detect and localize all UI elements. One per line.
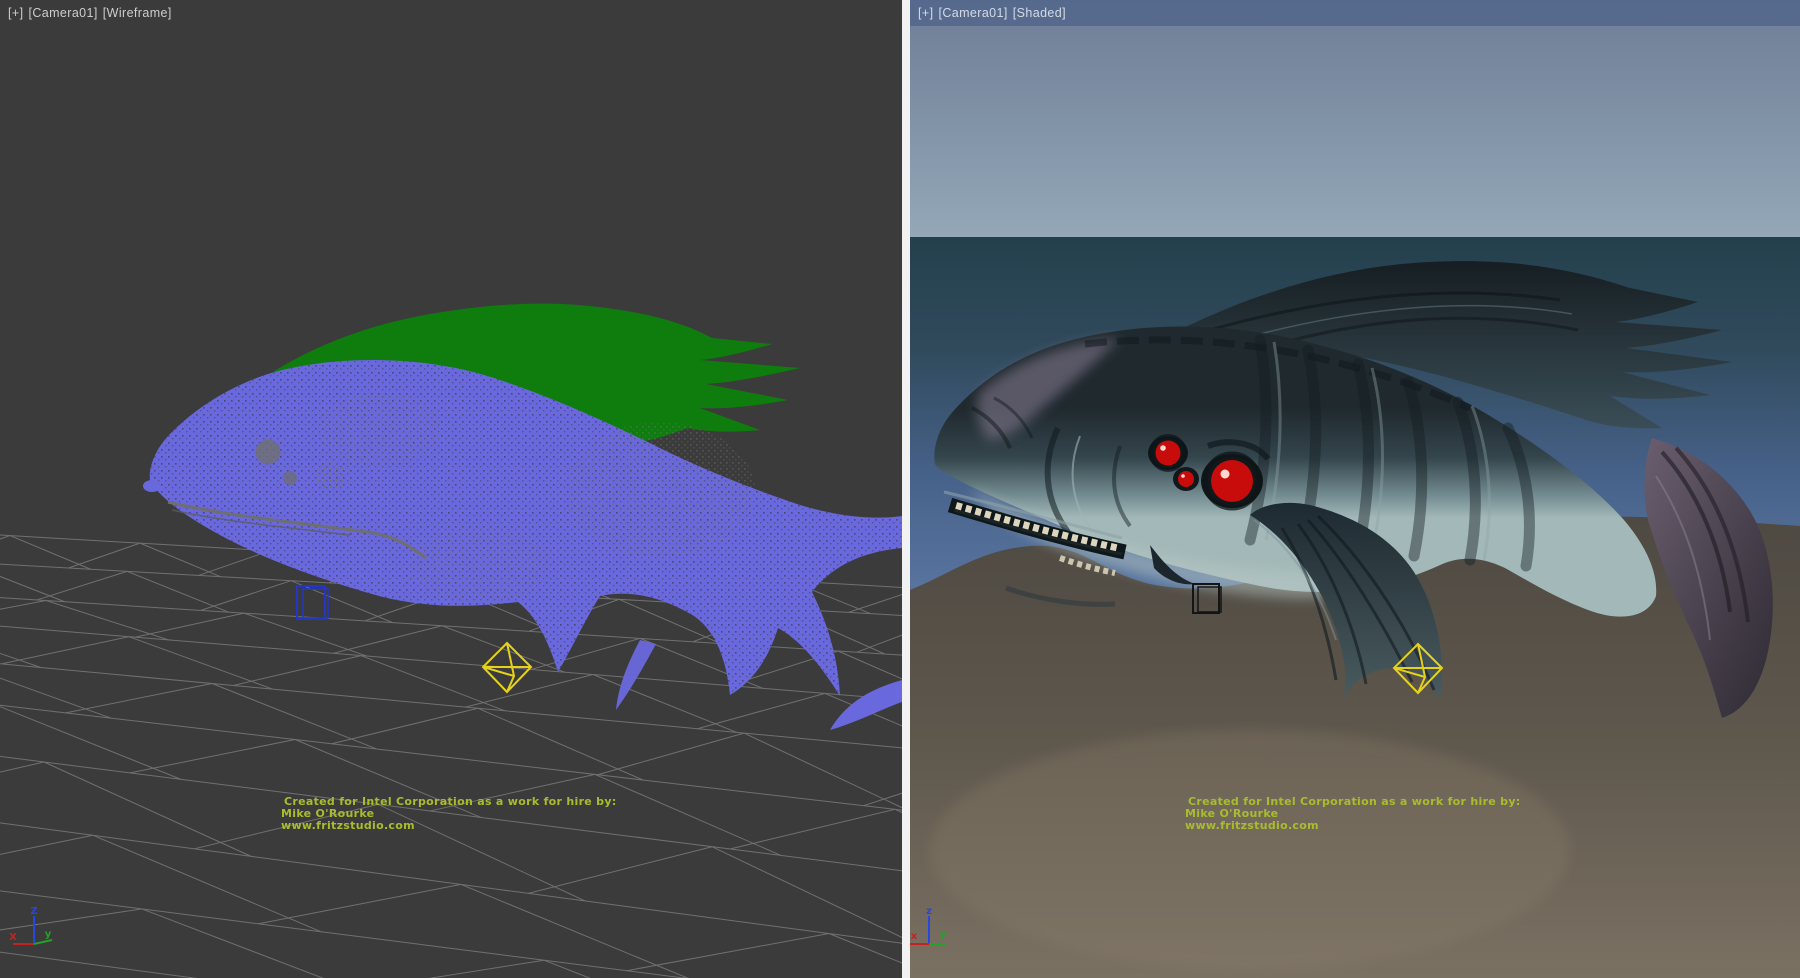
viewport-menu-pov[interactable]: [Camera01] bbox=[28, 6, 97, 20]
viewport-menu-shading[interactable]: [Wireframe] bbox=[103, 6, 172, 20]
z-axis-label: z bbox=[926, 906, 932, 917]
y-axis-label: y bbox=[45, 929, 52, 940]
viewport-label-left: [+] [Camera01] [Wireframe] bbox=[8, 6, 172, 20]
eye-specular-medium bbox=[1160, 445, 1166, 451]
eye-specular-large bbox=[1221, 470, 1230, 479]
viewport-menu-pov[interactable]: [Camera01] bbox=[938, 6, 1007, 20]
y-axis-line bbox=[34, 940, 52, 944]
watermark-text: Created for Intel Corporation as a work … bbox=[281, 796, 617, 832]
wire-eye-large bbox=[256, 440, 281, 465]
helper-box-wireframe[interactable] bbox=[297, 586, 328, 619]
sky bbox=[910, 0, 1800, 240]
viewport-wireframe[interactable]: [+] [Camera01] [Wireframe] Created for I… bbox=[0, 0, 902, 978]
wire-cluster bbox=[565, 422, 755, 558]
wire-cluster bbox=[318, 392, 442, 468]
watermark-line3: www.fritzstudio.com bbox=[1185, 820, 1521, 832]
world-axis-gizmo-right: x z Y bbox=[910, 906, 980, 976]
wire-eye-meshed bbox=[316, 462, 346, 492]
watermark-line3: www.fritzstudio.com bbox=[281, 820, 617, 832]
x-axis-label: x bbox=[911, 931, 918, 942]
dual-viewport-workspace: [+] [Camera01] [Wireframe] Created for I… bbox=[0, 0, 1800, 978]
x-axis-label: X bbox=[9, 932, 17, 943]
viewport-menu-general[interactable]: [+] bbox=[8, 6, 23, 20]
sand-highlight bbox=[930, 730, 1570, 970]
eye-specular-small bbox=[1181, 474, 1185, 478]
y-axis-label: Y bbox=[938, 931, 947, 942]
wire-cluster bbox=[410, 527, 550, 603]
viewport-menu-general[interactable]: [+] bbox=[918, 6, 933, 20]
viewport-label-right: [+] [Camera01] [Shaded] bbox=[918, 6, 1066, 20]
wire-eye-small bbox=[283, 471, 297, 485]
viewport-splitter[interactable] bbox=[902, 0, 910, 978]
watermark-text: Created for Intel Corporation as a work … bbox=[1185, 796, 1521, 832]
viewport-shaded[interactable]: [+] [Camera01] [Shaded] Created for Inte… bbox=[910, 0, 1800, 978]
eye-medium bbox=[1156, 441, 1181, 466]
eye-small bbox=[1178, 471, 1194, 487]
viewport-menu-shading[interactable]: [Shaded] bbox=[1013, 6, 1066, 20]
z-axis-label: Z bbox=[30, 906, 37, 917]
world-axis-gizmo-left: X Z y bbox=[0, 906, 70, 976]
eye-large bbox=[1211, 460, 1253, 502]
